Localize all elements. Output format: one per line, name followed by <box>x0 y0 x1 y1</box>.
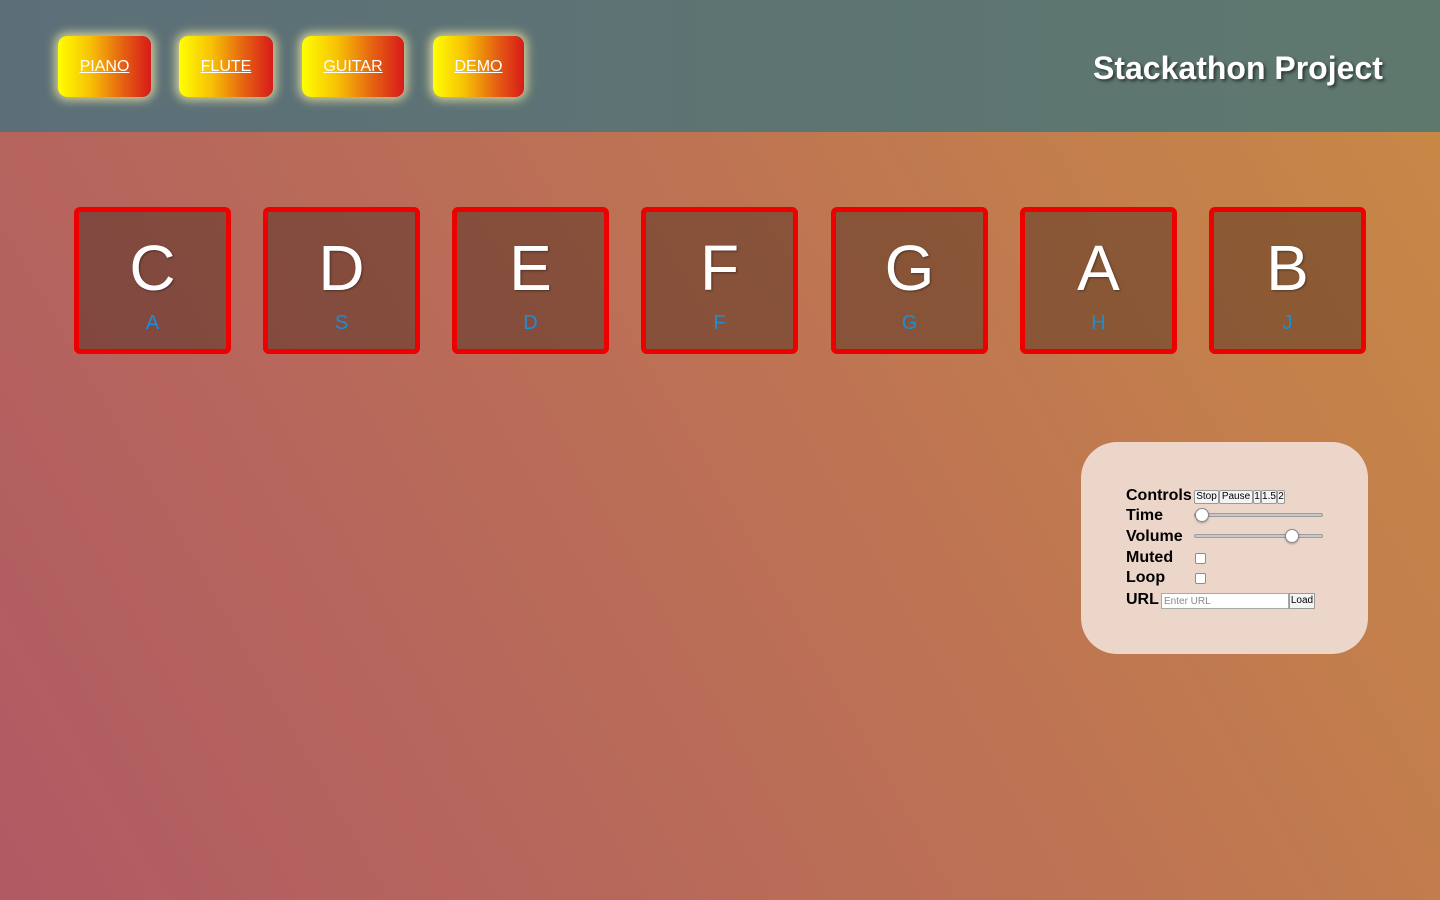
muted-label: Muted <box>1126 549 1174 566</box>
key-note-label: F <box>699 232 740 304</box>
audio-controls-panel: Controls Stop Pause 1 1.5 2 Time Volume … <box>1081 442 1368 654</box>
top-bar: PIANO FLUTE GUITAR DEMO Stackathon Proje… <box>0 0 1440 132</box>
volume-label: Volume <box>1126 528 1183 545</box>
url-label: URL <box>1126 591 1159 608</box>
key-shortcut-label: G <box>901 312 918 334</box>
key-d[interactable]: D S <box>263 207 420 354</box>
key-g[interactable]: G G <box>831 207 988 354</box>
key-shortcut-label: D <box>523 312 538 334</box>
nav-demo-button[interactable]: DEMO <box>433 36 524 97</box>
key-shortcut-label: A <box>145 312 160 334</box>
speed-2-button[interactable]: 2 <box>1277 490 1285 504</box>
key-shortcut-label: H <box>1091 312 1106 334</box>
nav-flute-button[interactable]: FLUTE <box>179 36 273 97</box>
key-e[interactable]: E D <box>452 207 609 354</box>
time-label: Time <box>1126 507 1164 524</box>
key-note-label: A <box>1077 232 1120 304</box>
key-f[interactable]: F F <box>641 207 798 354</box>
speed-1-5-button[interactable]: 1.5 <box>1261 490 1277 504</box>
time-slider[interactable] <box>1194 508 1323 522</box>
key-note-label: D <box>318 232 365 304</box>
loop-checkbox[interactable] <box>1195 573 1206 584</box>
key-a[interactable]: A H <box>1020 207 1177 354</box>
site-title: Stackathon Project <box>1093 50 1383 86</box>
key-note-label: B <box>1266 232 1309 304</box>
load-button[interactable]: Load <box>1289 593 1315 609</box>
url-input[interactable] <box>1161 593 1289 609</box>
key-b[interactable]: B J <box>1209 207 1366 354</box>
time-slider-thumb[interactable] <box>1195 508 1209 522</box>
volume-slider-thumb[interactable] <box>1285 529 1299 543</box>
loop-label: Loop <box>1126 569 1166 586</box>
stop-button[interactable]: Stop <box>1194 490 1219 504</box>
volume-slider[interactable] <box>1194 529 1323 543</box>
key-c[interactable]: C A <box>74 207 231 354</box>
muted-checkbox[interactable] <box>1195 553 1206 564</box>
key-note-label: G <box>884 232 935 304</box>
key-shortcut-label: S <box>334 312 349 334</box>
key-shortcut-label: J <box>1282 312 1293 334</box>
nav-piano-button[interactable]: PIANO <box>58 36 151 97</box>
key-shortcut-label: F <box>713 312 726 334</box>
nav-guitar-button[interactable]: GUITAR <box>302 36 404 97</box>
key-note-label: E <box>509 232 552 304</box>
controls-label: Controls <box>1126 487 1192 504</box>
key-note-label: C <box>129 232 176 304</box>
pause-button[interactable]: Pause <box>1219 490 1253 504</box>
speed-1-button[interactable]: 1 <box>1253 490 1261 504</box>
